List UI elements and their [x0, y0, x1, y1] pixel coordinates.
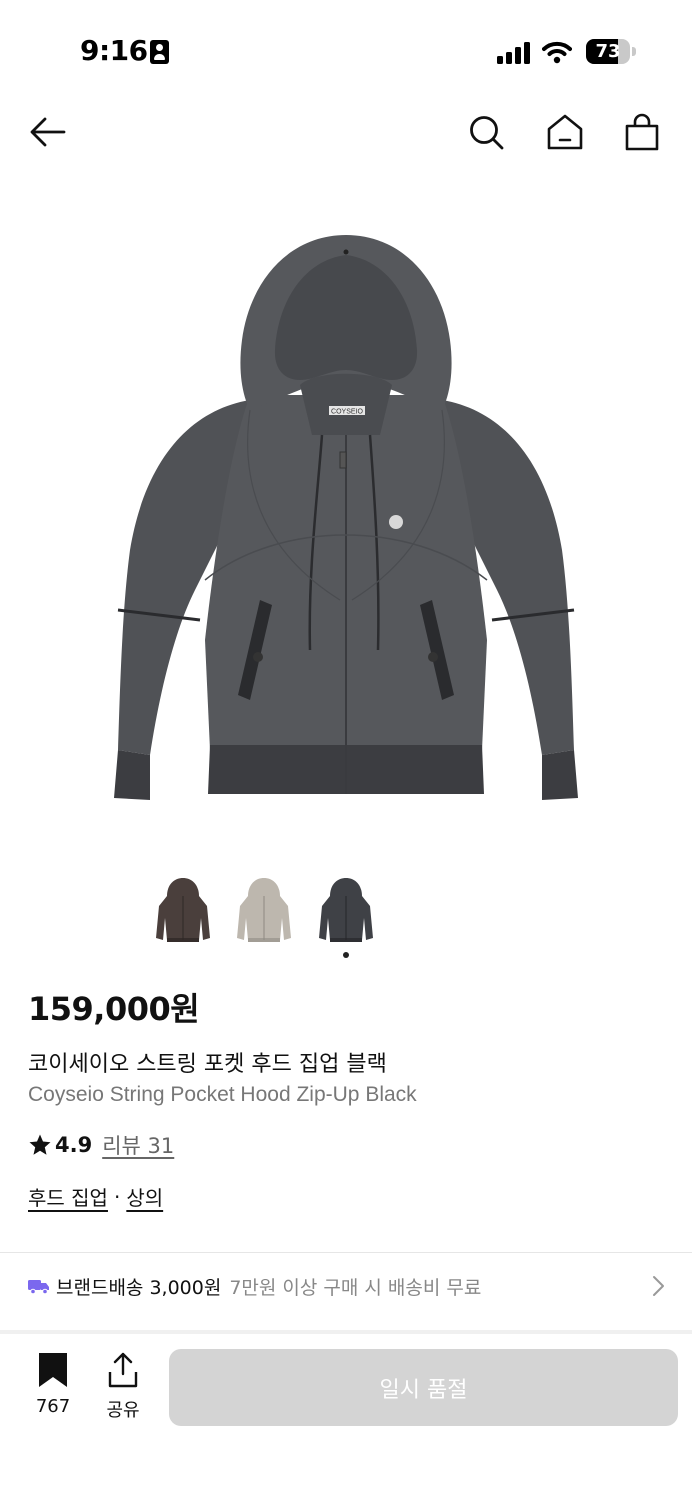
color-option-brown[interactable] — [153, 872, 213, 948]
divider — [0, 1252, 692, 1253]
breadcrumb: 후드 집업 · 상의 — [28, 1182, 163, 1211]
home-button[interactable] — [545, 112, 585, 152]
search-icon — [470, 116, 504, 150]
product-name-korean: 코이세이오 스트링 포켓 후드 집업 블랙 — [28, 1052, 387, 1077]
sold-out-button[interactable]: 일시 품절 — [169, 1349, 678, 1426]
share-button[interactable]: 공유 — [100, 1352, 146, 1422]
product-image[interactable]: COYSEIO — [100, 220, 592, 820]
hoodie-thumbnail-black — [319, 878, 373, 942]
category-link-tops[interactable]: 상의 — [126, 1182, 163, 1211]
share-icon — [108, 1352, 138, 1388]
review-link[interactable]: 리뷰 31 — [102, 1130, 174, 1160]
hoodie-thumbnail-brown — [156, 878, 210, 942]
color-option-gray[interactable] — [234, 872, 294, 948]
category-link-hood-zipup[interactable]: 후드 집업 — [28, 1182, 108, 1211]
free-shipping-note: 7만원 이상 구매 시 배송비 무료 — [229, 1276, 482, 1299]
battery-level-text: 73 — [595, 41, 621, 62]
shipping-info-row[interactable]: 브랜드배송 3,000원 7만원 이상 구매 시 배송비 무료 — [28, 1266, 668, 1306]
bookmark-count: 767 — [35, 1396, 71, 1417]
truck-icon — [28, 1280, 49, 1294]
bookmark-icon — [39, 1353, 67, 1387]
selected-color-indicator — [343, 952, 349, 958]
bookmark-button[interactable]: 767 — [28, 1352, 78, 1422]
chevron-right-icon — [653, 1276, 664, 1296]
star-icon — [29, 1134, 51, 1155]
shopping-bag-icon — [625, 113, 659, 151]
status-bar: 9:16 73 — [0, 0, 692, 100]
back-button[interactable] — [28, 112, 68, 152]
contact-card-icon — [150, 40, 169, 64]
cellular-signal-icon — [497, 42, 530, 64]
battery-indicator: 73 — [586, 39, 630, 64]
share-label: 공유 — [106, 1400, 140, 1421]
category-separator: · — [113, 1184, 121, 1209]
product-price: 159,000원 — [28, 990, 200, 1028]
brand-tag-label: COYSEIO — [331, 409, 363, 416]
hoodie-thumbnail-gray — [237, 878, 291, 942]
arrow-left-icon — [30, 117, 66, 147]
wifi-icon — [542, 41, 572, 64]
color-option-black[interactable] — [316, 872, 376, 948]
rating-row: 4.9 리뷰 31 — [28, 1130, 174, 1160]
shipping-fee-label: 브랜드배송 3,000원 — [56, 1276, 222, 1299]
battery-tip — [632, 47, 636, 56]
product-name-english: Coyseio String Pocket Hood Zip-Up Black — [28, 1083, 417, 1106]
bottom-action-bar: 767 공유 일시 품절 — [0, 1334, 692, 1500]
status-time: 9:16 — [80, 34, 148, 67]
home-icon — [547, 114, 583, 150]
rating-value: 4.9 — [55, 1133, 93, 1157]
search-button[interactable] — [466, 112, 506, 152]
cart-button[interactable] — [622, 112, 662, 152]
